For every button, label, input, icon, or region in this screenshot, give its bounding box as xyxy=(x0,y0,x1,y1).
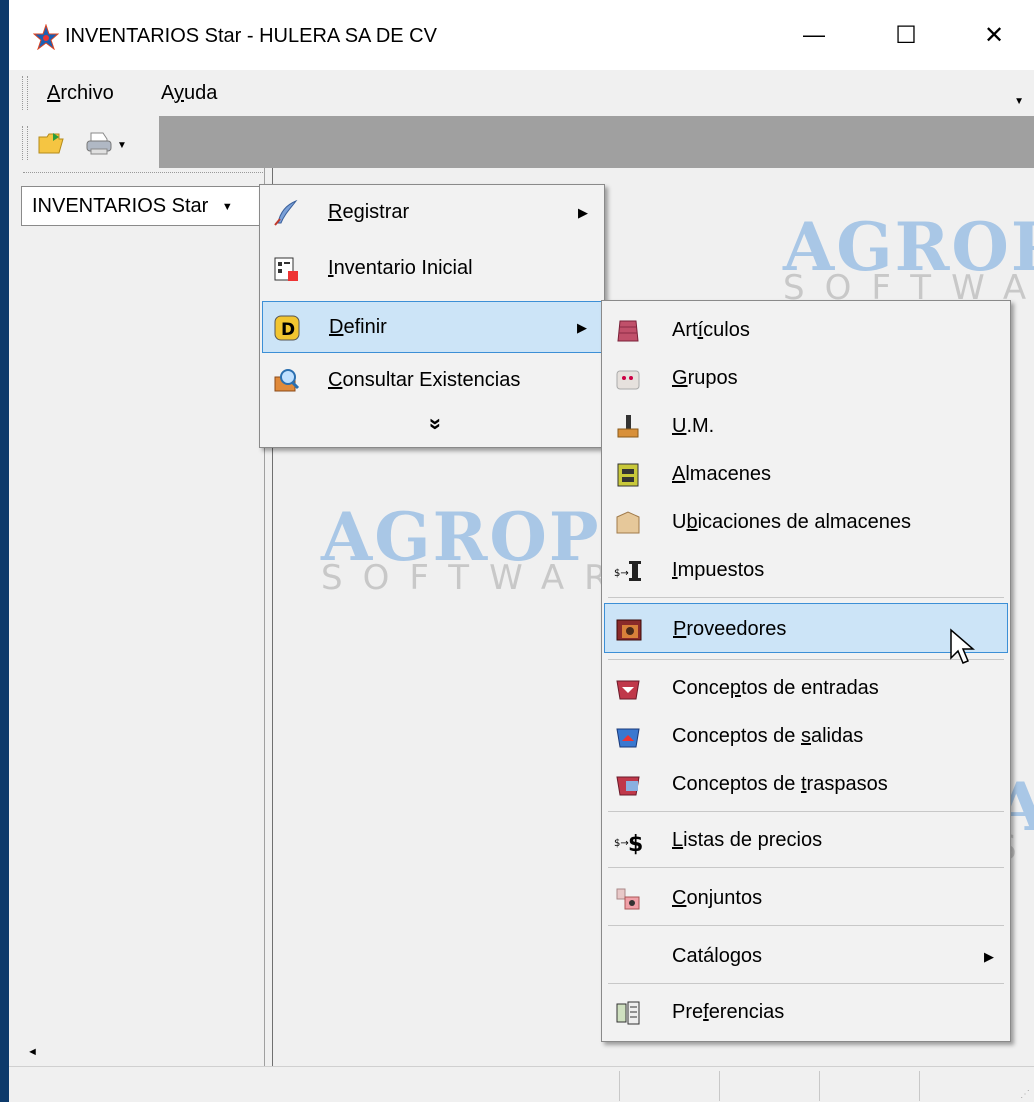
panel-dropdown-label: INVENTARIOS Star xyxy=(32,195,209,217)
panel-dropdown[interactable]: INVENTARIOS Star ▼ xyxy=(21,186,269,226)
menu-separator xyxy=(608,659,1004,660)
open-folder-icon[interactable] xyxy=(37,129,65,157)
menu-item-ubicaciones[interactable]: Ubicaciones de almacenes xyxy=(604,497,1008,549)
mouse-cursor-icon xyxy=(950,628,976,664)
menu-item-catalogos[interactable]: Catálogos ▶ xyxy=(604,931,1008,983)
define-d-icon: D xyxy=(274,315,300,341)
svg-text:$→: $→ xyxy=(614,568,629,579)
menu-item-consultar-existencias[interactable]: Consultar Existencias xyxy=(262,355,602,407)
resize-grip-icon[interactable]: ⋰ xyxy=(1020,1089,1030,1100)
outbound-concepts-icon xyxy=(616,728,640,748)
left-panel xyxy=(9,168,264,1066)
suppliers-icon xyxy=(616,619,642,641)
printer-icon[interactable] xyxy=(85,129,113,157)
window-title: INVENTARIOS Star - HULERA SA DE CV xyxy=(65,25,437,47)
panel-grip[interactable] xyxy=(23,172,265,175)
menu-item-grupos[interactable]: Grupos xyxy=(604,353,1008,405)
toolbar-grip[interactable] xyxy=(22,126,28,160)
status-divider xyxy=(619,1071,620,1101)
close-button[interactable]: ✕ xyxy=(959,10,1029,60)
taxes-icon: $→ xyxy=(614,561,641,581)
menu-item-conceptos-salidas[interactable]: Conceptos de salidas xyxy=(604,711,1008,763)
status-divider xyxy=(719,1071,720,1101)
main-popup-menu: Registrar ▶ Inventario Inicial D Definir… xyxy=(259,184,605,448)
status-divider xyxy=(819,1071,820,1101)
title-bar: INVENTARIOS Star - HULERA SA DE CV — ☐ ✕ xyxy=(9,0,1034,70)
inventory-form-icon xyxy=(274,257,298,281)
menu-item-inventario-inicial[interactable]: Inventario Inicial xyxy=(262,243,602,295)
double-chevron-down-icon: » xyxy=(424,417,450,431)
submenu-arrow-icon: ▶ xyxy=(578,205,588,220)
query-stock-icon xyxy=(274,369,300,392)
menu-item-conjuntos[interactable]: Conjuntos xyxy=(604,873,1008,925)
toolbar-empty-area xyxy=(159,116,1034,168)
menu-separator xyxy=(608,867,1004,868)
status-divider xyxy=(919,1071,920,1101)
price-list-icon: $→ $ xyxy=(614,832,642,855)
menu-item-impuestos[interactable]: $→ Impuestos xyxy=(604,545,1008,597)
menu-item-listas-precios[interactable]: $→ $ Listas de precios xyxy=(604,815,1008,867)
preferences-icon xyxy=(616,1001,640,1025)
units-icon xyxy=(617,415,639,438)
star-logo-icon xyxy=(33,24,59,50)
svg-text:$→: $→ xyxy=(614,838,629,849)
groups-icon xyxy=(616,370,640,390)
minimize-button[interactable]: — xyxy=(779,10,849,60)
menu-item-preferencias[interactable]: Preferencias xyxy=(604,987,1008,1039)
sets-icon xyxy=(616,888,640,910)
toolbar: ▼ xyxy=(9,116,1034,168)
maximize-button[interactable]: ☐ xyxy=(871,10,941,60)
menu-grip[interactable] xyxy=(22,76,28,110)
printer-dropdown-icon[interactable]: ▼ xyxy=(117,140,127,151)
menu-item-articulos[interactable]: Artículos xyxy=(604,305,1008,357)
menu-bar: Archivo Ayuda ▼ xyxy=(9,70,1034,116)
menu-item-proveedores[interactable]: Proveedores xyxy=(604,603,1008,653)
submenu-arrow-icon: ▶ xyxy=(577,320,587,335)
menu-overflow-icon[interactable]: ▼ xyxy=(1014,96,1024,107)
svg-text:$: $ xyxy=(628,832,642,855)
status-bar: ⋰ xyxy=(9,1066,1034,1102)
quill-pen-icon xyxy=(274,199,298,226)
warehouse-icon xyxy=(617,463,639,487)
locations-icon xyxy=(616,511,640,534)
articles-icon xyxy=(617,320,639,342)
chevron-down-icon: ▼ xyxy=(221,201,233,213)
menu-item-um[interactable]: U.M. xyxy=(604,401,1008,453)
menu-item-definir[interactable]: D Definir ▶ xyxy=(262,301,602,353)
inbound-concepts-icon xyxy=(616,680,640,700)
menu-ayuda[interactable]: Ayuda xyxy=(161,82,217,105)
menu-separator xyxy=(608,597,1004,598)
menu-archivo[interactable]: Archivo xyxy=(47,82,114,105)
menu-separator xyxy=(608,983,1004,984)
svg-text:D: D xyxy=(281,320,295,340)
menu-expand-button[interactable]: » xyxy=(262,409,602,443)
definir-submenu: Artículos Grupos U.M. Almacenes Ubicacio… xyxy=(601,300,1011,1042)
menu-item-conceptos-entradas[interactable]: Conceptos de entradas xyxy=(604,663,1008,715)
submenu-arrow-icon: ▶ xyxy=(984,949,994,964)
transfer-concepts-icon xyxy=(616,776,640,796)
scroll-left-icon[interactable]: ◄ xyxy=(27,1046,38,1058)
app-window: INVENTARIOS Star - HULERA SA DE CV — ☐ ✕… xyxy=(0,0,1034,1102)
menu-item-almacenes[interactable]: Almacenes xyxy=(604,449,1008,501)
menu-separator xyxy=(608,811,1004,812)
menu-item-conceptos-traspasos[interactable]: Conceptos de traspasos xyxy=(604,759,1008,811)
menu-separator xyxy=(608,925,1004,926)
menu-item-registrar[interactable]: Registrar ▶ xyxy=(262,187,602,239)
